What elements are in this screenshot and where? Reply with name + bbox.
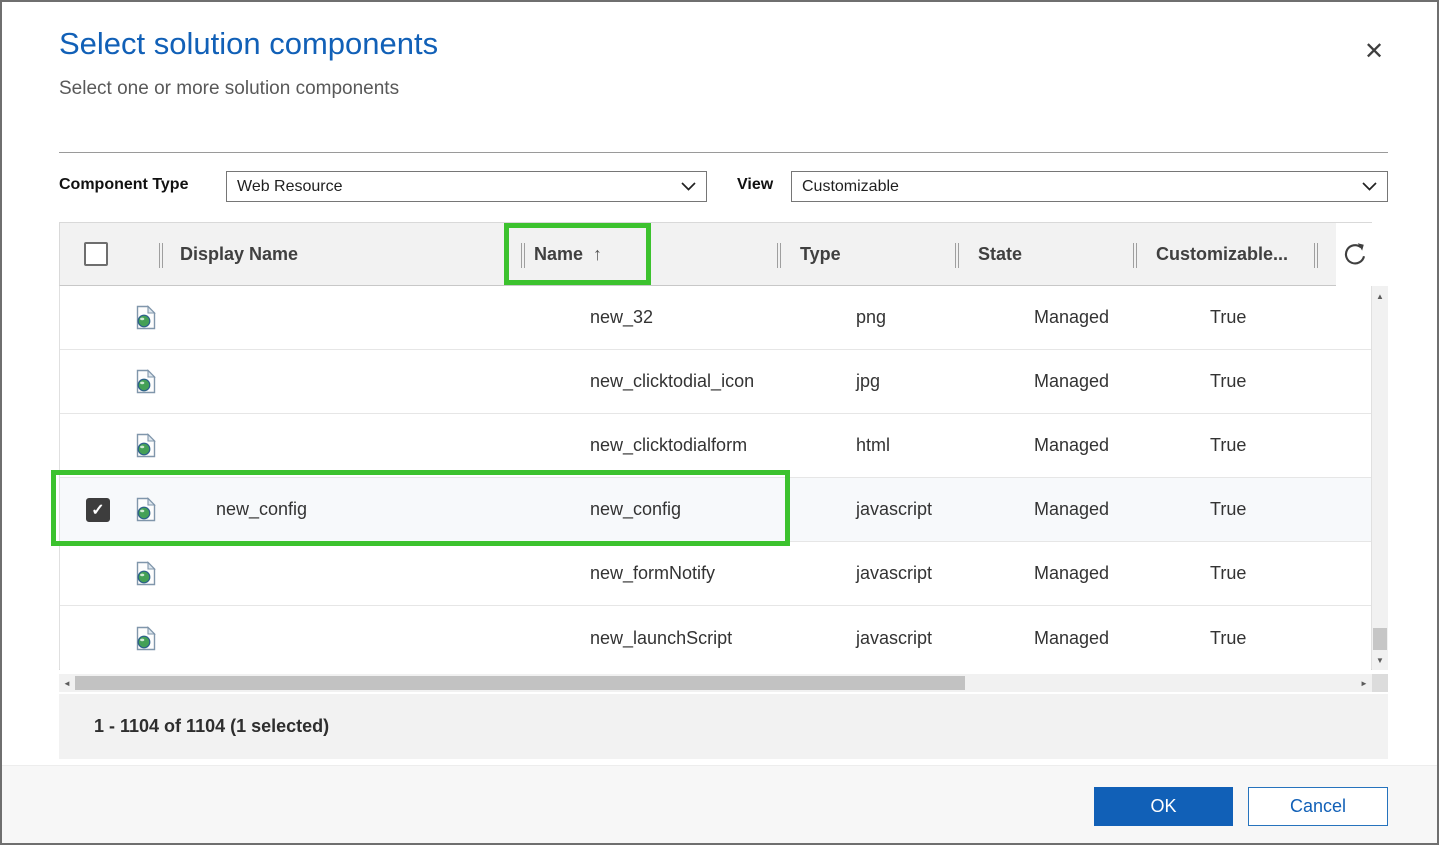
chevron-down-icon (681, 182, 696, 191)
web-resource-file-icon (136, 433, 160, 458)
cell-customizable: True (1210, 563, 1247, 583)
cell-type: png (856, 307, 887, 327)
web-resource-file-icon (136, 625, 160, 651)
cell-state: Managed (1034, 563, 1110, 583)
page-subtitle: Select one or more solution components (59, 78, 400, 99)
header-divider (59, 152, 1388, 153)
web-resource-file-icon (136, 497, 160, 522)
cell-state: Managed (1034, 627, 1110, 648)
scroll-up-icon[interactable]: ▲ (1372, 288, 1388, 304)
scroll-left-icon[interactable]: ◄ (59, 674, 75, 692)
cell-customizable: True (1210, 371, 1247, 391)
cell-name: new_formNotify (590, 563, 716, 583)
cell-type: jpg (856, 371, 881, 391)
column-divider (1314, 243, 1318, 268)
chevron-down-icon (1362, 182, 1377, 191)
column-divider (955, 243, 959, 268)
select-all-checkbox[interactable] (84, 242, 108, 266)
table-row[interactable]: new_clicktodialform html Managed True (60, 414, 1371, 478)
cell-customizable: True (1210, 627, 1247, 648)
web-resource-file-icon (136, 305, 160, 330)
scroll-right-icon[interactable]: ► (1356, 674, 1372, 692)
column-divider (159, 243, 163, 268)
column-divider (1133, 243, 1137, 268)
close-icon[interactable]: ✕ (1358, 36, 1390, 68)
refresh-icon (1344, 242, 1365, 264)
cell-state: Managed (1034, 435, 1110, 455)
record-count-text: 1 - 1104 of 1104 (1 selected) (94, 716, 330, 736)
column-divider (521, 243, 525, 268)
table-row-selected[interactable]: ✓ new_config new_config javascript Manag… (60, 478, 1371, 542)
column-header-state[interactable]: State (978, 223, 1022, 285)
column-header-type[interactable]: Type (800, 223, 841, 285)
select-solution-components-dialog: Select solution components Select one or… (0, 0, 1439, 845)
cell-name: new_config (590, 499, 682, 519)
cancel-button[interactable]: Cancel (1248, 787, 1388, 826)
scroll-down-icon[interactable]: ▼ (1372, 652, 1388, 668)
component-type-value: Web Resource (237, 177, 343, 195)
vertical-scrollbar-thumb[interactable] (1373, 628, 1387, 650)
record-count-bar: 1 - 1104 of 1104 (1 selected) (59, 694, 1388, 759)
dialog-button-bar: OK Cancel (2, 765, 1437, 843)
cell-customizable: True (1210, 499, 1247, 519)
cell-name: new_32 (590, 307, 654, 327)
web-resource-file-icon (136, 561, 160, 586)
page-title: Select solution components (59, 26, 439, 61)
component-type-select[interactable]: Web Resource (226, 171, 707, 202)
cell-name: new_clicktodialform (590, 435, 748, 455)
column-header-name[interactable]: Name ↑ (534, 223, 602, 285)
vertical-scrollbar[interactable]: ▲ ▼ (1372, 286, 1388, 670)
cell-type: javascript (856, 499, 933, 519)
horizontal-scrollbar[interactable]: ◄ ► (59, 674, 1372, 692)
horizontal-scrollbar-thumb[interactable] (75, 676, 965, 690)
table-row[interactable]: new_clicktodial_icon jpg Managed True (60, 350, 1371, 414)
sort-ascending-icon: ↑ (593, 243, 603, 264)
cell-type: javascript (856, 627, 933, 648)
table-body: new_32 png Managed True new_clicktodial_… (59, 286, 1372, 670)
cell-state: Managed (1034, 307, 1110, 327)
column-header-customizable[interactable]: Customizable... (1156, 223, 1288, 285)
column-divider (777, 243, 781, 268)
view-select[interactable]: Customizable (791, 171, 1388, 202)
web-resource-file-icon (136, 369, 160, 394)
ok-button[interactable]: OK (1094, 787, 1233, 826)
row-checkbox-checked[interactable]: ✓ (86, 497, 110, 522)
scrollbar-corner (1372, 674, 1388, 692)
cell-type: html (856, 435, 891, 455)
cell-customizable: True (1210, 307, 1247, 327)
cell-name: new_clicktodial_icon (590, 371, 755, 391)
view-label: View (737, 176, 774, 193)
cell-state: Managed (1034, 499, 1110, 519)
cell-state: Managed (1034, 371, 1110, 391)
view-value: Customizable (802, 177, 899, 195)
cell-customizable: True (1210, 435, 1247, 455)
check-icon: ✓ (91, 501, 105, 519)
cell-type: javascript (856, 563, 933, 583)
table-row[interactable]: new_formNotify javascript Managed True (60, 542, 1371, 606)
cell-display-name: new_config (216, 499, 308, 519)
component-type-label: Component Type (59, 176, 189, 193)
table-header: Display Name Name ↑ Type State Customiza… (59, 222, 1373, 286)
table-row[interactable]: new_32 png Managed True (60, 286, 1371, 350)
table-row[interactable]: new_launchScript javascript Managed True (60, 606, 1371, 670)
column-header-display-name[interactable]: Display Name (180, 223, 298, 285)
cell-name: new_launchScript (590, 627, 733, 648)
refresh-button[interactable] (1336, 223, 1373, 286)
